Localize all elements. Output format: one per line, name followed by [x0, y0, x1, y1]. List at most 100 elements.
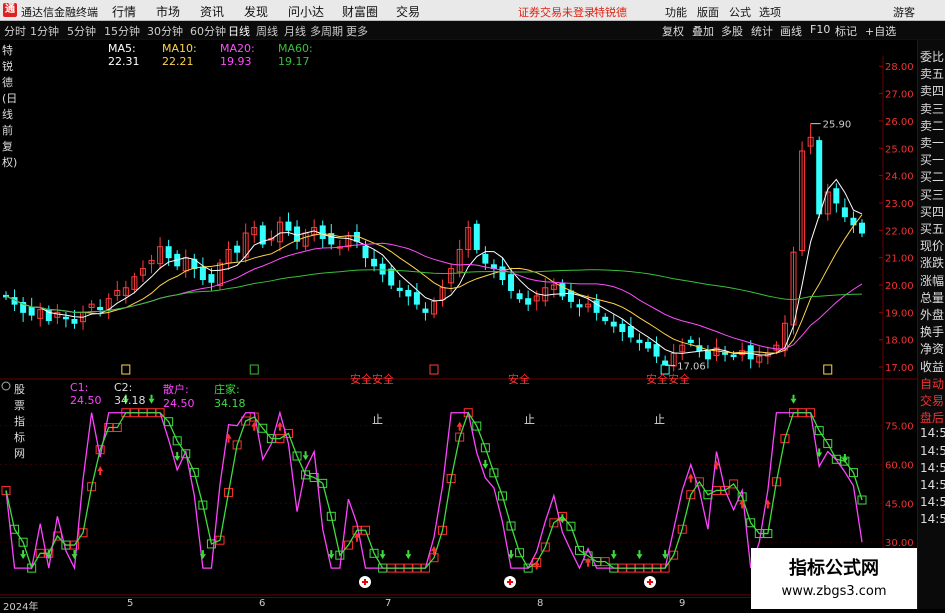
candle-body: [516, 293, 523, 300]
menu-function[interactable]: 功能: [665, 4, 687, 20]
candle-body: [482, 253, 489, 264]
quote-field-label: 买四: [920, 204, 945, 219]
quote-field-label: 交易: [920, 394, 945, 408]
indicator-name: 股票指标网: [14, 383, 25, 460]
down-arrow-icon: [71, 554, 78, 560]
c2-value: C2: 34.18: [114, 381, 146, 407]
tab-mark[interactable]: 标记: [835, 23, 857, 39]
candle-body: [71, 318, 78, 324]
down-arrow-icon: [20, 554, 27, 560]
quote-field-label: 委比: [920, 50, 945, 64]
low-label: 17.06: [677, 361, 706, 372]
date-label: 9: [679, 598, 686, 609]
candle-body: [704, 350, 711, 360]
ma20-line: [5, 242, 863, 350]
event-tag: [429, 364, 439, 375]
period-tab[interactable]: 周线: [256, 23, 278, 39]
up-arrow-icon: [456, 421, 463, 427]
retail-line: [5, 410, 863, 571]
quote-field-label: 买三: [920, 187, 945, 202]
candle-body: [508, 274, 515, 291]
menu-formula[interactable]: 公式: [729, 4, 751, 20]
candle-body: [567, 290, 574, 302]
candle-body: [28, 306, 35, 316]
quote-field-label: 买一: [920, 153, 945, 168]
quote-field-label: 现价: [920, 239, 945, 254]
candle-body: [285, 221, 292, 231]
down-arrow-icon: [199, 554, 206, 560]
quote-field-label: 14:5: [920, 495, 945, 510]
period-tab[interactable]: 60分钟: [190, 23, 226, 39]
tab-add-watch[interactable]: +自选: [865, 23, 896, 39]
period-tab[interactable]: 15分钟: [104, 23, 140, 39]
ind-axis-label: 45.00: [885, 499, 914, 510]
price-axis-label: 25.00: [885, 144, 914, 155]
menu-discover[interactable]: 发现: [244, 3, 268, 20]
candle-body: [362, 245, 369, 259]
period-tab[interactable]: 分时: [4, 23, 26, 39]
candle-body: [371, 258, 378, 267]
tab-stats[interactable]: 统计: [751, 23, 773, 39]
candle-body: [396, 287, 403, 291]
date-label: 6: [259, 598, 266, 609]
menu-layout[interactable]: 版面: [697, 4, 719, 20]
period-tab-more[interactable]: 更多: [346, 23, 368, 39]
down-arrow-icon: [636, 554, 643, 560]
menu-news[interactable]: 资讯: [200, 3, 224, 20]
kline-chart: 25.90 17.06: [3, 120, 865, 375]
date-label: 7: [385, 598, 392, 609]
candle-body: [413, 292, 420, 305]
retail-value: 散户: 24.50: [163, 383, 195, 410]
tab-adjust[interactable]: 复权: [662, 23, 684, 39]
menu-trade[interactable]: 交易: [396, 3, 420, 20]
candle-body: [859, 222, 865, 234]
banker-value: 庄家: 34.18: [214, 383, 246, 410]
candle-body: [165, 246, 172, 259]
menu-market[interactable]: 市场: [156, 3, 180, 20]
quote-field-label: 买二: [920, 170, 945, 185]
down-arrow-icon: [302, 455, 309, 461]
price-axis-label: 19.00: [885, 308, 914, 319]
period-tab[interactable]: 多周期: [310, 23, 343, 39]
quote-field-label: 14:5: [920, 460, 945, 475]
quote-field-label: 总量: [920, 290, 945, 305]
period-tab[interactable]: 月线: [284, 23, 306, 39]
candle-body: [841, 207, 848, 218]
login-notice[interactable]: 证券交易未登录: [518, 4, 595, 20]
menu-options[interactable]: 选项: [759, 4, 781, 20]
quote-field-label: 14:5: [920, 426, 945, 441]
guest-label[interactable]: 游客: [893, 4, 915, 20]
menu-ask[interactable]: 问小达: [288, 3, 324, 20]
tab-f10[interactable]: F10: [810, 23, 830, 36]
price-axis-label: 23.00: [885, 199, 914, 210]
date-label: 8: [537, 598, 544, 609]
high-label: 25.90: [823, 120, 852, 131]
period-tab[interactable]: 30分钟: [147, 23, 183, 39]
signal-label: 止: [654, 413, 665, 426]
tab-multi[interactable]: 多股: [721, 23, 743, 39]
candle-body: [422, 308, 429, 313]
date-label: 2024年: [3, 602, 39, 613]
price-axis-label: 21.00: [885, 254, 914, 265]
candle-body: [627, 326, 634, 338]
down-arrow-icon: [790, 398, 797, 404]
period-tab[interactable]: 5分钟: [67, 23, 96, 39]
quote-field-label: 14:5: [920, 512, 945, 527]
period-tab[interactable]: 1分钟: [30, 23, 59, 39]
chart-area[interactable]: 25.9017.06 安全安全 安全 安全安全止止止 28.0027.0026.00…: [0, 56, 917, 597]
candle-body: [379, 263, 386, 275]
event-tag: [823, 364, 833, 375]
menu-wealth[interactable]: 财富圈: [342, 3, 378, 20]
candle-body: [97, 306, 104, 311]
app-logo-icon: 通: [3, 3, 17, 17]
candle-body: [319, 225, 326, 240]
candle-body: [833, 188, 840, 204]
tab-overlay[interactable]: 叠加: [692, 23, 714, 39]
price-axis-label: 18.00: [885, 336, 914, 347]
tab-draw[interactable]: 画线: [780, 23, 802, 39]
price-axis-label: 22.00: [885, 226, 914, 237]
ma5-line: [5, 178, 863, 356]
quote-field-label: 收益: [920, 359, 945, 374]
menu-quotes[interactable]: 行情: [112, 3, 136, 20]
period-tab-daily[interactable]: 日线: [228, 23, 250, 39]
